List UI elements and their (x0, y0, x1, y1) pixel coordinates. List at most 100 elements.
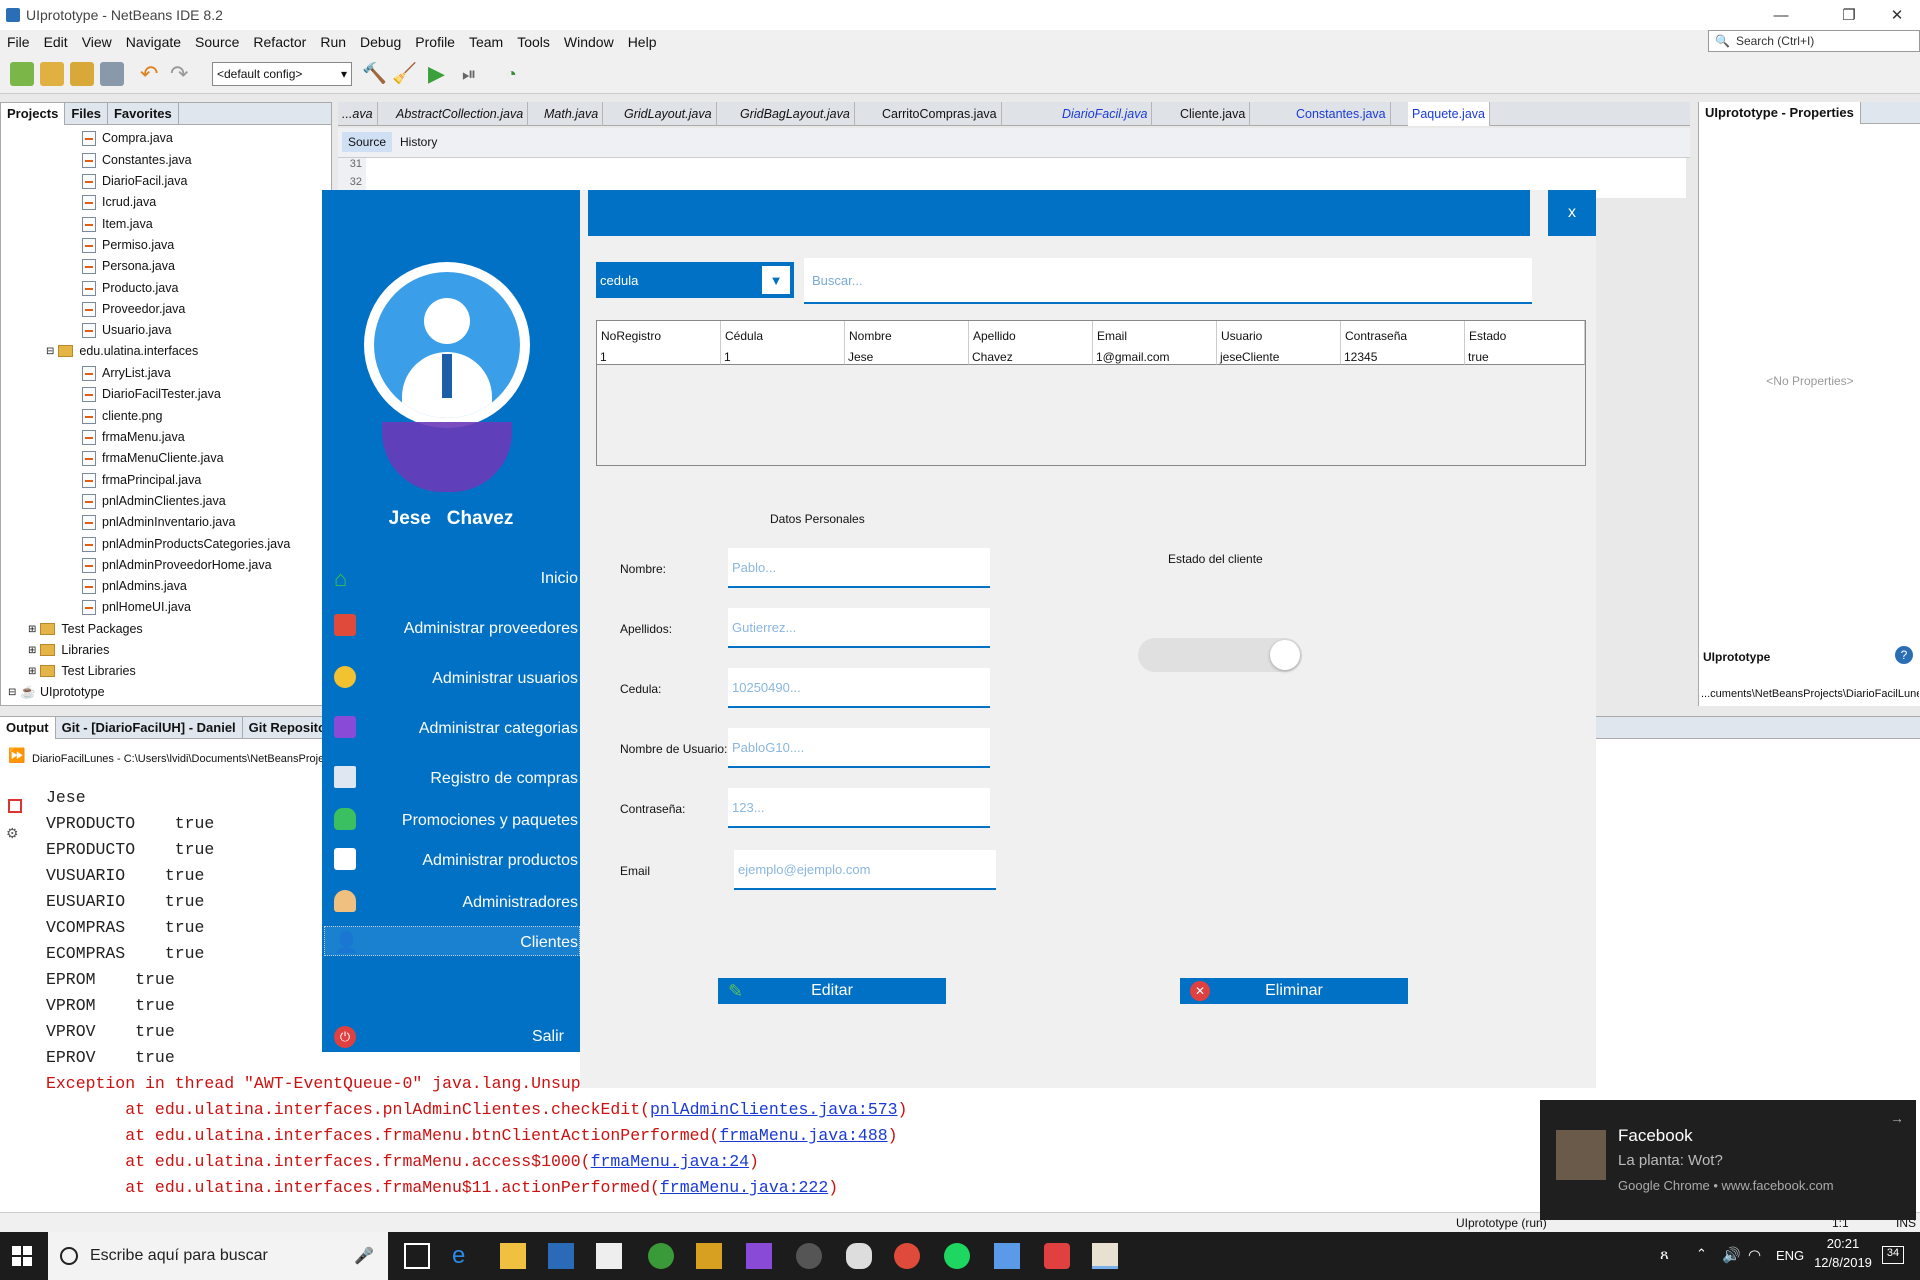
nav-usuarios[interactable]: Administrar usuarios (432, 670, 580, 688)
menu-source[interactable]: Source (188, 34, 246, 50)
undo-icon[interactable]: ↶ (140, 62, 164, 86)
tree-item[interactable]: Icrud.java (82, 192, 156, 212)
hammer-icon[interactable]: 🔨 (362, 62, 387, 86)
settings-icon[interactable]: ⚙ (6, 825, 19, 842)
menu-tools[interactable]: Tools (510, 34, 557, 50)
run-icon[interactable]: ▶ (428, 62, 452, 86)
clock[interactable]: 20:21 12/8/2019 (1808, 1236, 1878, 1270)
tree-item[interactable]: Persona.java (82, 256, 175, 276)
config-select[interactable]: <default config> ▾ (212, 62, 352, 86)
tree-item[interactable]: pnlAdmins.java (82, 576, 187, 596)
menu-profile[interactable]: Profile (408, 34, 462, 50)
new-file-icon[interactable] (10, 62, 34, 86)
task-view-icon[interactable] (404, 1243, 430, 1269)
debug-icon[interactable]: ⏯ (462, 62, 486, 86)
menu-team[interactable]: Team (462, 34, 510, 50)
email-input[interactable]: ejemplo@ejemplo.com (734, 850, 996, 890)
tree-item[interactable]: frmaMenu.java (82, 427, 185, 447)
stack-link[interactable]: frmaMenu.java:24 (591, 1152, 749, 1171)
table-cell[interactable]: jeseCliente (1217, 349, 1341, 365)
close-button[interactable]: x (1548, 190, 1596, 236)
tree-item[interactable]: DiarioFacilTester.java (82, 384, 221, 404)
menu-file[interactable]: File (0, 34, 37, 50)
stack-link[interactable]: pnlAdminClientes.java:573 (650, 1100, 898, 1119)
table-header[interactable]: Nombre (845, 321, 969, 349)
tab-editor[interactable]: GridBagLayout.java (736, 102, 855, 126)
contrasena-input[interactable]: 123... (728, 788, 990, 828)
filter-select[interactable]: cedula ▼ (596, 262, 794, 298)
xbox-icon[interactable] (648, 1243, 674, 1269)
tab-favorites[interactable]: Favorites (108, 102, 179, 125)
mail-icon[interactable] (596, 1243, 622, 1269)
menu-window[interactable]: Window (557, 34, 621, 50)
nav-compras[interactable]: Registro de compras (430, 770, 580, 788)
menu-view[interactable]: View (75, 34, 119, 50)
tree-item[interactable]: pnlAdminClientes.java (82, 491, 226, 511)
tree-item[interactable]: frmaMenuCliente.java (82, 448, 224, 468)
menu-navigate[interactable]: Navigate (119, 34, 188, 50)
microphone-icon[interactable]: 🎤 (354, 1246, 374, 1266)
menu-edit[interactable]: Edit (37, 34, 75, 50)
tab-projects[interactable]: Projects (1, 102, 66, 125)
wifi-icon[interactable]: ◠ (1748, 1246, 1761, 1264)
tree-item[interactable]: Permiso.java (82, 235, 174, 255)
nav-promociones[interactable]: Promociones y paquetes (402, 812, 580, 830)
game-icon[interactable] (696, 1243, 722, 1269)
usuario-input[interactable]: PabloG10.... (728, 728, 990, 768)
tree-project-root[interactable]: ⊟ ☕ UIprototype (8, 682, 105, 702)
tree-item[interactable]: DiarioFacil.java (82, 171, 187, 191)
nav-inicio[interactable]: Inicio (541, 570, 580, 588)
table-header[interactable]: Cédula (721, 321, 845, 349)
visual-studio-icon[interactable] (746, 1243, 772, 1269)
clean-build-icon[interactable]: 🧹 (392, 62, 417, 86)
tab-history[interactable]: History (394, 132, 443, 152)
close-icon[interactable]: ✕ (1874, 0, 1920, 30)
table-header[interactable]: Apellido (969, 321, 1093, 349)
tab-files[interactable]: Files (65, 102, 108, 125)
nav-administradores[interactable]: Administradores (462, 894, 580, 912)
cedula-input[interactable]: 10250490... (728, 668, 990, 708)
edit-button[interactable]: ✎ Editar (718, 978, 946, 1004)
table-cell[interactable]: 1@gmail.com (1093, 349, 1217, 365)
tree-item[interactable]: ArryList.java (82, 363, 171, 383)
tree-folder[interactable]: ⊞ Test Packages (28, 619, 143, 639)
action-center-badge[interactable]: 34 (1882, 1246, 1904, 1264)
menu-run[interactable]: Run (313, 34, 353, 50)
maximize-icon[interactable]: ❐ (1826, 0, 1872, 30)
arrow-right-icon[interactable]: → (1890, 1110, 1904, 1126)
table-header[interactable]: Email (1093, 321, 1217, 349)
tab-git[interactable]: Git - [DiarioFacilUH] - Daniel (56, 716, 243, 739)
tree-item[interactable]: pnlAdminProveedorHome.java (82, 555, 272, 575)
tree-folder[interactable]: ⊞ Test Libraries (28, 661, 136, 681)
tree-folder[interactable]: ⊞ Libraries (28, 640, 109, 660)
tab-editor[interactable]: Constantes.java (1292, 102, 1391, 126)
tab-output[interactable]: Output (0, 716, 56, 739)
tab-editor[interactable]: GridLayout.java (620, 102, 717, 126)
nav-productos[interactable]: Administrar productos (422, 852, 580, 870)
stack-link[interactable]: frmaMenu.java:222 (660, 1178, 828, 1197)
table-cell[interactable]: true (1465, 349, 1585, 365)
tab-editor[interactable]: AbstractCollection.java (392, 102, 529, 126)
tree-item[interactable]: cliente.png (82, 406, 162, 426)
stop-icon[interactable] (8, 799, 22, 813)
toast-notification[interactable]: Facebook La planta: Wot? Google Chrome •… (1540, 1100, 1916, 1220)
menu-debug[interactable]: Debug (353, 34, 408, 50)
tab-editor[interactable]: DiarioFacil.java (1058, 102, 1153, 126)
chrome-icon[interactable] (894, 1243, 920, 1269)
open-project-icon[interactable] (70, 62, 94, 86)
file-explorer-icon[interactable] (500, 1243, 526, 1269)
redo-icon[interactable]: ↷ (170, 62, 194, 86)
chevron-up-icon[interactable]: ⌃ (1696, 1246, 1707, 1262)
help-icon[interactable]: ? (1895, 646, 1913, 664)
table-cell[interactable]: Chavez (969, 349, 1093, 365)
app-icon[interactable] (846, 1243, 872, 1269)
tab-editor[interactable]: Math.java (540, 102, 604, 126)
volume-icon[interactable]: 🔊 (1722, 1246, 1741, 1264)
ide-search-input[interactable]: 🔍 Search (Ctrl+I) (1708, 30, 1920, 52)
spotify-icon[interactable] (944, 1243, 970, 1269)
java-app-icon[interactable] (1092, 1243, 1118, 1269)
tree-item[interactable]: pnlHomeUI.java (82, 597, 191, 617)
nav-categorias[interactable]: Administrar categorias (419, 720, 580, 738)
tab-source[interactable]: Source (342, 132, 393, 152)
discord-icon[interactable] (1044, 1243, 1070, 1269)
